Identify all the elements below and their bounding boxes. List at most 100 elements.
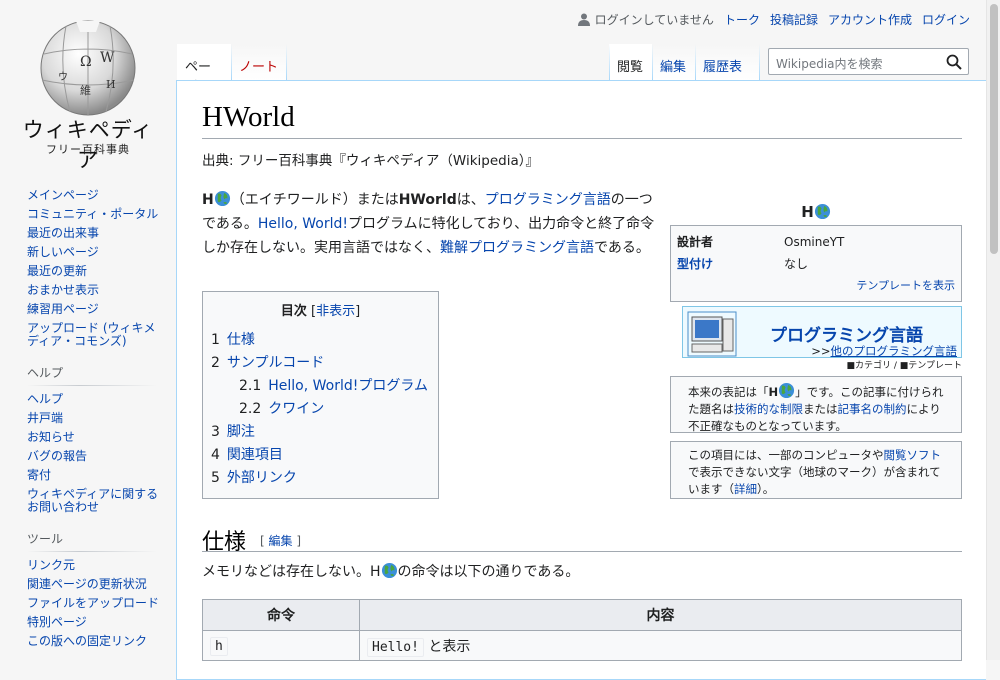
- sidebar-help: ヘルプ 井戸端 お知らせ バグの報告 寄付 ウィキペディアに関するお問い合わせ: [27, 390, 167, 514]
- search-icon[interactable]: [946, 54, 962, 70]
- wikipedia-logo[interactable]: Ω W 維 И ウ ウィキペディア フリー百科事典: [23, 14, 152, 172]
- sidebar-item-permanent-link[interactable]: この版への固定リンク: [27, 632, 167, 651]
- portal-template-link[interactable]: ■テンプレート: [900, 361, 962, 371]
- tab-divider: [609, 44, 610, 80]
- sidebar-item-main-page[interactable]: メインページ: [27, 186, 167, 205]
- toc-item-label[interactable]: 仕様: [227, 332, 255, 348]
- toc-toggle-link[interactable]: 非表示: [316, 304, 355, 319]
- view-template-link[interactable]: テンプレートを表示: [856, 279, 955, 292]
- tab-talk[interactable]: ノート: [231, 44, 287, 80]
- sidebar-item-random[interactable]: おまかせ表示: [27, 281, 167, 300]
- page-source-line: 出典: フリー百科事典『ウィキペディア（Wikipedia）』: [202, 153, 539, 169]
- infobox-body: 設計者 OsmineYT 型付け なし テンプレートを表示: [670, 225, 962, 302]
- toc-item-number: 1: [211, 332, 220, 348]
- tab-read[interactable]: 閲覧: [609, 44, 652, 80]
- lead-text-5: である。: [594, 240, 650, 256]
- logo-tagline: フリー百科事典: [46, 143, 130, 156]
- sidebar-item-what-links-here[interactable]: リンク元: [27, 556, 167, 575]
- create-account-link[interactable]: アカウント作成: [828, 11, 912, 28]
- contributions-link[interactable]: 投稿記録: [770, 11, 818, 28]
- toc-item[interactable]: 2 サンプルコード: [211, 352, 430, 375]
- section-edit-link[interactable]: 編集: [269, 534, 293, 548]
- technical-restrictions-link[interactable]: 技術的な制限: [734, 402, 803, 416]
- toc-item-label[interactable]: 外部リンク: [227, 470, 297, 486]
- sidebar-item-upload-commons[interactable]: アップロード (ウィキメディア・コモンズ): [27, 322, 167, 348]
- computer-icon: [687, 311, 737, 357]
- sidebar-item-recent-changes[interactable]: 最近の更新: [27, 262, 167, 281]
- user-status: ログインしていません: [577, 11, 714, 28]
- toc-item[interactable]: 3 脚注: [211, 421, 430, 444]
- hello-world-link[interactable]: Hello, World!: [258, 216, 348, 232]
- tab-page[interactable]: ページ: [177, 44, 231, 94]
- toc-item-label[interactable]: サンプルコード: [227, 355, 324, 371]
- table-header: 内容: [359, 599, 962, 631]
- title-divider: [202, 138, 962, 139]
- title-restriction-notice: 本来の表記は「H 」です。この記事に付けられた題名は技術的な制限または記事名の制約…: [670, 376, 962, 433]
- sidebar-item-donate[interactable]: 寄付: [27, 466, 167, 485]
- sidebar-item-notices[interactable]: お知らせ: [27, 428, 167, 447]
- toc-item[interactable]: 1 仕様: [211, 329, 430, 352]
- section-paragraph: メモリなどは存在しない。H の命令は以下の通りである。: [202, 561, 579, 581]
- sidebar-item-help[interactable]: ヘルプ: [27, 390, 167, 409]
- output-code: Hello!: [367, 637, 424, 657]
- programming-language-link[interactable]: プログラミング言語: [485, 192, 611, 208]
- login-link[interactable]: ログイン: [922, 11, 970, 28]
- sidebar-item-related-changes[interactable]: 関連ページの更新状況: [27, 575, 167, 594]
- talk-link[interactable]: トーク: [724, 11, 760, 28]
- toc-item-label[interactable]: Hello, World!プログラム: [268, 378, 428, 394]
- toc-item[interactable]: 2.2 クワイン: [211, 398, 430, 421]
- details-link[interactable]: 詳細: [734, 482, 757, 496]
- search-input[interactable]: Wikipedia内を検索: [768, 48, 969, 75]
- toc-item-label[interactable]: 脚注: [227, 424, 255, 440]
- sidebar-item-upload-file[interactable]: ファイルをアップロード: [27, 594, 167, 613]
- infobox-title: H: [670, 203, 962, 225]
- toc-item-label[interactable]: 関連項目: [227, 447, 283, 463]
- tab-edit[interactable]: 編集: [652, 44, 695, 80]
- toc-title: 目次: [280, 304, 307, 319]
- toc-item[interactable]: 5 外部リンク: [211, 467, 430, 490]
- personal-tools: ログインしていません トーク 投稿記録 アカウント作成 ログイン: [577, 11, 970, 28]
- esoteric-language-link[interactable]: 難解プログラミング言語: [440, 240, 594, 256]
- sidebar-item-village-pump[interactable]: 井戸端: [27, 409, 167, 428]
- sidebar-item-current-events[interactable]: 最近の出来事: [27, 224, 167, 243]
- browser-link[interactable]: 閲覧ソフト: [884, 448, 942, 462]
- earth-globe-icon: [381, 562, 397, 579]
- tab-history[interactable]: 履歴表示: [695, 44, 760, 94]
- tab-edit-label: 編集: [660, 60, 687, 75]
- section-text: の命令は以下の通りである。: [397, 564, 580, 580]
- toc-item[interactable]: 4 関連項目: [211, 444, 430, 467]
- toc-item-label[interactable]: クワイン: [268, 401, 324, 417]
- lead-text-1: （エイチワールド）または: [230, 192, 399, 208]
- sidebar-item-community-portal[interactable]: コミュニティ・ポータル: [27, 205, 167, 224]
- toc-item-number: 3: [211, 424, 220, 440]
- portal-nav: ■カテゴリ / ■テンプレート: [682, 358, 962, 371]
- sidebar-item-bug-report[interactable]: バグの報告: [27, 447, 167, 466]
- section-edit: [ 編集 ]: [260, 534, 302, 548]
- infobox-key-link[interactable]: 型付け: [677, 253, 784, 275]
- special-characters-notice: この項目には、一部のコンピュータや閲覧ソフトで表示できない文字（地球のマーク）が…: [670, 441, 962, 499]
- notice-text: ）。: [757, 482, 775, 496]
- page-scrollbar[interactable]: [986, 0, 1000, 660]
- infobox-row: 設計者 OsmineYT: [677, 231, 955, 253]
- naming-conventions-link[interactable]: 記事名の制約: [838, 402, 907, 416]
- sidebar-item-sandbox[interactable]: 練習用ページ: [27, 300, 167, 319]
- sidebar-item-new-pages[interactable]: 新しいページ: [27, 243, 167, 262]
- notice-text: この項目には、一部のコンピュータや: [688, 448, 884, 462]
- sidebar-item-special-pages[interactable]: 特別ページ: [27, 613, 167, 632]
- infobox: H 設計者 OsmineYT 型付け なし テンプレートを表示: [670, 203, 962, 302]
- tab-divider: [695, 44, 696, 80]
- notice-text: 本来の表記は「: [688, 385, 769, 399]
- scrollbar-thumb[interactable]: [990, 4, 998, 254]
- command-code: h: [210, 636, 228, 656]
- toc-toggle[interactable]: [非表示]: [311, 304, 360, 319]
- table-header-row: 命令 内容: [202, 599, 962, 631]
- portal-category-link[interactable]: ■カテゴリ: [846, 361, 891, 371]
- table-of-contents: 目次 [非表示] 1 仕様 2 サンプルコード 2.1 Hello, World!プロ…: [202, 291, 439, 499]
- infobox-template-row: テンプレートを表示: [677, 277, 955, 293]
- sidebar-heading-tools: ツール: [27, 532, 64, 546]
- sidebar-item-contact[interactable]: ウィキペディアに関するお問い合わせ: [27, 488, 167, 514]
- toc-item[interactable]: 2.1 Hello, World!プログラム: [211, 375, 430, 398]
- other-languages-link[interactable]: 他のプログラミング言語: [831, 344, 958, 358]
- notice-text: で表示できない文字（地球のマーク）が含まれています（: [688, 465, 941, 496]
- tab-divider: [231, 44, 232, 80]
